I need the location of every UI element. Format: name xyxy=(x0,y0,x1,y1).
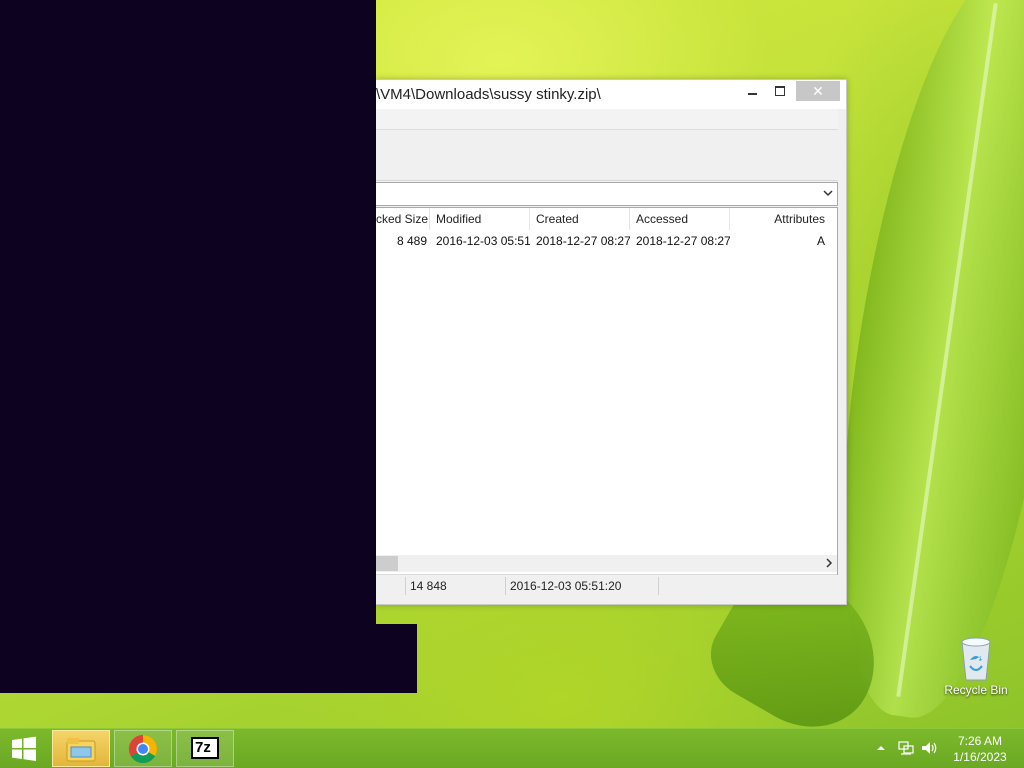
column-packed-size[interactable]: cked Size xyxy=(376,208,430,230)
status-divider xyxy=(405,577,406,595)
obscured-region xyxy=(0,0,376,624)
status-divider xyxy=(658,577,659,595)
chevron-right-icon[interactable] xyxy=(823,557,835,569)
clock-date: 1/16/2023 xyxy=(953,750,1007,764)
taskbar-chrome[interactable] xyxy=(114,730,172,767)
maximize-button[interactable] xyxy=(770,82,792,102)
recycle-bin-label: Recycle Bin xyxy=(944,683,1008,697)
taskbar-7zip[interactable]: 7z xyxy=(176,730,234,767)
toolbar[interactable] xyxy=(376,130,838,181)
show-hidden-icons-icon[interactable] xyxy=(876,743,886,753)
window-title: \VM4\Downloads\sussy stinky.zip\ xyxy=(376,86,601,103)
volume-icon[interactable] xyxy=(921,740,939,756)
cell-modified: 2016-12-03 05:51 xyxy=(436,234,530,248)
status-bar: 14 848 2016-12-03 05:51:20 xyxy=(376,574,837,597)
recycle-bin[interactable]: Recycle Bin xyxy=(940,630,1012,700)
column-created[interactable]: Created xyxy=(530,208,630,230)
7zip-icon: 7z xyxy=(191,737,219,759)
horizontal-scrollbar[interactable] xyxy=(376,555,837,572)
minimize-button[interactable] xyxy=(742,82,764,102)
table-row[interactable]: 8 489 2016-12-03 05:51 2018-12-27 08:27 … xyxy=(376,232,837,250)
windows-logo-icon xyxy=(12,736,36,761)
status-divider xyxy=(505,577,506,595)
column-headers: cked Size Modified Created Accessed Attr… xyxy=(376,208,837,230)
cell-packed-size: 8 489 xyxy=(396,234,427,248)
clock[interactable]: 7:26 AM 1/16/2023 xyxy=(946,733,1014,765)
column-accessed[interactable]: Accessed xyxy=(630,208,730,230)
obscured-region-lower xyxy=(0,624,417,693)
scrollbar-thumb[interactable] xyxy=(376,556,398,571)
cell-accessed: 2018-12-27 08:27 xyxy=(636,234,730,248)
menu-bar[interactable] xyxy=(376,109,838,130)
column-modified[interactable]: Modified xyxy=(430,208,530,230)
taskbar: 7z 7:26 AM 1/16/2023 xyxy=(0,728,1024,768)
taskbar-file-explorer[interactable] xyxy=(52,730,110,767)
recycle-bin-icon xyxy=(961,637,991,681)
close-button[interactable]: ✕ xyxy=(796,81,840,101)
start-button[interactable] xyxy=(0,729,48,768)
archive-window: \VM4\Downloads\sussy stinky.zip\ ✕ cked … xyxy=(376,79,847,605)
cell-attributes: A xyxy=(816,234,825,248)
status-modified: 2016-12-03 05:51:20 xyxy=(510,579,622,593)
chrome-icon xyxy=(128,734,157,764)
clock-time: 7:26 AM xyxy=(957,734,1003,748)
status-size: 14 848 xyxy=(410,579,447,593)
folder-icon xyxy=(66,738,96,762)
cell-created: 2018-12-27 08:27 xyxy=(536,234,630,248)
column-attributes[interactable]: Attributes xyxy=(730,208,830,230)
network-icon[interactable] xyxy=(898,740,914,756)
window-titlebar[interactable]: \VM4\Downloads\sussy stinky.zip\ ✕ xyxy=(376,80,846,109)
file-list[interactable]: cked Size Modified Created Accessed Attr… xyxy=(376,207,838,575)
chevron-down-icon[interactable] xyxy=(821,186,835,200)
close-icon: ✕ xyxy=(812,83,824,99)
address-bar[interactable] xyxy=(376,182,838,206)
